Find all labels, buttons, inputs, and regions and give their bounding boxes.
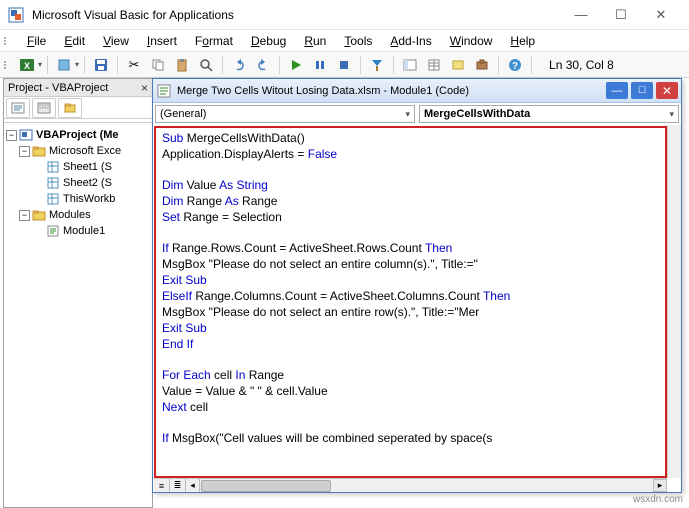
menu-run[interactable]: Run bbox=[295, 32, 335, 50]
project-tree[interactable]: − VBAProject (Me − Microsoft Exce Sheet1… bbox=[4, 123, 152, 507]
insert-icon[interactable] bbox=[53, 54, 75, 76]
maximize-button[interactable]: ☐ bbox=[601, 2, 641, 28]
object-dropdown[interactable]: (General) ▾ bbox=[155, 105, 415, 123]
tree-folder-excel[interactable]: − Microsoft Exce bbox=[6, 143, 150, 159]
object-browser-icon[interactable] bbox=[447, 54, 469, 76]
chevron-down-icon: ▾ bbox=[669, 109, 674, 120]
collapse-icon[interactable]: − bbox=[19, 146, 30, 157]
chevron-down-icon: ▾ bbox=[405, 109, 410, 120]
horizontal-scrollbar[interactable]: ≡ ≣ ◂ ▸ bbox=[154, 478, 667, 492]
worksheet-icon bbox=[46, 176, 60, 190]
run-icon[interactable] bbox=[285, 54, 307, 76]
save-icon[interactable] bbox=[90, 54, 112, 76]
menu-format[interactable]: Format bbox=[186, 32, 242, 50]
break-icon[interactable] bbox=[309, 54, 331, 76]
menu-debug[interactable]: Debug bbox=[242, 32, 295, 50]
collapse-icon[interactable]: − bbox=[6, 130, 17, 141]
vba-logo-icon bbox=[8, 7, 24, 23]
cursor-position: Ln 30, Col 8 bbox=[549, 58, 614, 72]
project-toolbar bbox=[4, 97, 152, 119]
tree-project-root[interactable]: − VBAProject (Me bbox=[6, 127, 150, 143]
procedure-view-icon[interactable]: ≡ bbox=[154, 479, 170, 492]
paste-icon[interactable] bbox=[171, 54, 193, 76]
toggle-folders-icon[interactable] bbox=[58, 98, 82, 118]
module-icon bbox=[46, 224, 60, 238]
svg-text:X: X bbox=[24, 61, 30, 71]
toolbar: X ▾ ▾ ✂ ? Ln 30, Col 8 bbox=[0, 52, 689, 78]
full-module-view-icon[interactable]: ≣ bbox=[170, 479, 186, 492]
folder-icon bbox=[32, 208, 46, 222]
find-icon[interactable] bbox=[195, 54, 217, 76]
menu-help[interactable]: Help bbox=[501, 32, 544, 50]
reset-icon[interactable] bbox=[333, 54, 355, 76]
code-window-titlebar[interactable]: Merge Two Cells Witout Losing Data.xlsm … bbox=[153, 79, 681, 103]
view-object-icon[interactable] bbox=[32, 98, 56, 118]
menu-edit[interactable]: Edit bbox=[55, 32, 94, 50]
properties-icon[interactable] bbox=[423, 54, 445, 76]
scroll-right-icon[interactable]: ▸ bbox=[653, 479, 667, 492]
folder-icon bbox=[32, 144, 46, 158]
mdi-close-button[interactable]: ✕ bbox=[656, 82, 678, 99]
undo-icon[interactable] bbox=[228, 54, 250, 76]
project-explorer-header: Project - VBAProject × bbox=[4, 79, 152, 97]
excel-dropdown-icon[interactable]: ▾ bbox=[38, 60, 42, 69]
toolbar-grip-icon bbox=[4, 37, 14, 45]
project-explorer-icon[interactable] bbox=[399, 54, 421, 76]
vertical-scrollbar[interactable] bbox=[667, 125, 681, 478]
procedure-dropdown[interactable]: MergeCellsWithData ▾ bbox=[419, 105, 679, 123]
code-text[interactable]: Sub MergeCellsWithData() Application.Dis… bbox=[156, 128, 665, 450]
worksheet-icon bbox=[46, 160, 60, 174]
redo-icon[interactable] bbox=[252, 54, 274, 76]
minimize-button[interactable]: — bbox=[561, 2, 601, 28]
tree-folder-modules[interactable]: − Modules bbox=[6, 207, 150, 223]
design-mode-icon[interactable] bbox=[366, 54, 388, 76]
mdi-minimize-button[interactable]: — bbox=[606, 82, 628, 99]
code-window: Merge Two Cells Witout Losing Data.xlsm … bbox=[152, 78, 682, 493]
view-code-icon[interactable] bbox=[6, 98, 30, 118]
watermark: wsxdn.com bbox=[633, 494, 683, 505]
menu-tools[interactable]: Tools bbox=[335, 32, 381, 50]
collapse-icon[interactable]: − bbox=[19, 210, 30, 221]
tree-sheet1[interactable]: Sheet1 (S bbox=[6, 159, 150, 175]
menu-insert[interactable]: Insert bbox=[138, 32, 186, 50]
svg-text:?: ? bbox=[512, 61, 518, 72]
scroll-left-icon[interactable]: ◂ bbox=[186, 479, 200, 492]
toolbar-grip-icon bbox=[4, 61, 14, 69]
copy-icon[interactable] bbox=[147, 54, 169, 76]
toolbox-icon[interactable] bbox=[471, 54, 493, 76]
menu-window[interactable]: Window bbox=[441, 32, 502, 50]
tree-sheet2[interactable]: Sheet2 (S bbox=[6, 175, 150, 191]
workbook-icon bbox=[46, 192, 60, 206]
titlebar: Microsoft Visual Basic for Applications … bbox=[0, 0, 689, 30]
module-title-icon bbox=[156, 83, 172, 99]
project-explorer-panel: Project - VBAProject × − VBAProject (Me … bbox=[3, 78, 153, 508]
excel-icon[interactable]: X bbox=[16, 54, 38, 76]
insert-dropdown-icon[interactable]: ▾ bbox=[75, 60, 79, 69]
help-icon[interactable]: ? bbox=[504, 54, 526, 76]
project-header-title: Project - VBAProject bbox=[8, 82, 108, 94]
menu-addins[interactable]: Add-Ins bbox=[381, 32, 440, 50]
menu-view[interactable]: View bbox=[94, 32, 138, 50]
project-icon bbox=[19, 128, 33, 142]
cut-icon[interactable]: ✂ bbox=[123, 54, 145, 76]
project-close-button[interactable]: × bbox=[141, 81, 148, 95]
close-button[interactable]: ✕ bbox=[641, 2, 681, 28]
menubar: File Edit View Insert Format Debug Run T… bbox=[0, 30, 689, 52]
tree-module1[interactable]: Module1 bbox=[6, 223, 150, 239]
window-title: Microsoft Visual Basic for Applications bbox=[32, 8, 561, 22]
menu-file[interactable]: File bbox=[18, 32, 55, 50]
mdi-maximize-button[interactable]: ☐ bbox=[631, 82, 653, 99]
tree-thisworkbook[interactable]: ThisWorkb bbox=[6, 191, 150, 207]
code-editor[interactable]: Sub MergeCellsWithData() Application.Dis… bbox=[154, 126, 667, 478]
scroll-thumb[interactable] bbox=[201, 480, 331, 492]
code-window-title: Merge Two Cells Witout Losing Data.xlsm … bbox=[177, 85, 603, 97]
